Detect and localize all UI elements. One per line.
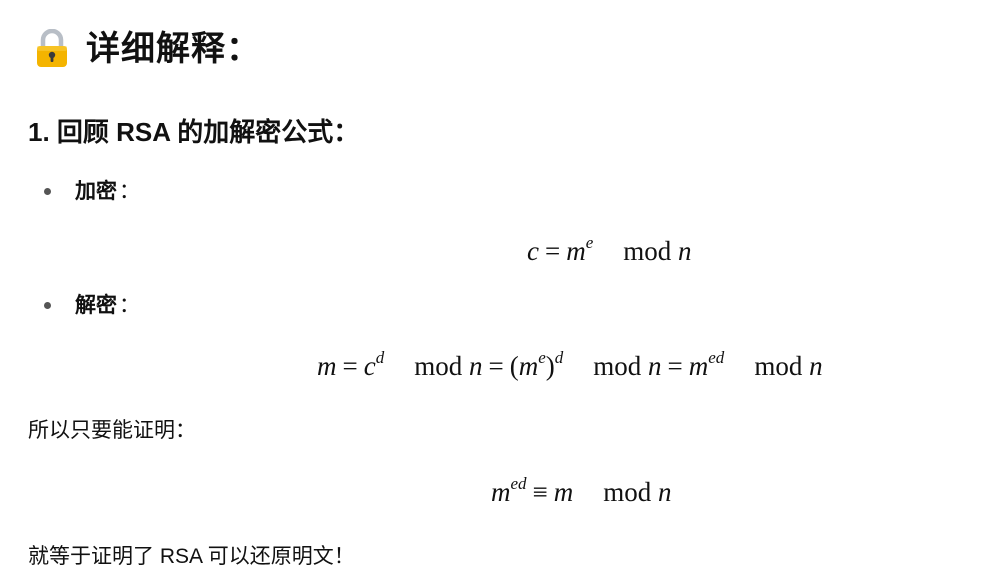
math-rparen: ): [545, 351, 555, 381]
math-var-m: m: [553, 477, 574, 507]
bullet-dot: [44, 301, 51, 309]
list-item-encrypt: 加密 ：: [44, 175, 140, 205]
formula-congruence: med ≡ m mod n: [491, 474, 672, 510]
lock-icon: [37, 29, 67, 67]
math-eq: =: [667, 351, 683, 381]
math-mod: mod: [414, 351, 463, 381]
section-heading: 1. 回顾 RSA 的加解密公式：: [28, 117, 360, 147]
math-var-n: n: [809, 351, 823, 381]
bullet-label: 加密: [75, 180, 117, 203]
math-var-m: m: [518, 351, 539, 381]
formula-decrypt: m = cd mod n = (me)d mod n = med mod n: [317, 348, 823, 384]
math-exp-d: d: [554, 348, 564, 367]
math-var-c: c: [527, 236, 539, 266]
page-title: 详细解释：: [86, 30, 261, 68]
paragraph-so-prove: 所以只要能证明：: [28, 419, 196, 442]
math-exp-e: e: [538, 348, 546, 367]
math-var-m: m: [688, 351, 709, 381]
math-mod: mod: [623, 236, 672, 266]
math-var-n: n: [648, 351, 662, 381]
math-var-n: n: [658, 477, 672, 507]
math-lparen: (: [509, 351, 519, 381]
math-eq: =: [488, 351, 504, 381]
math-var-c: c: [363, 351, 376, 381]
math-var-n: n: [678, 236, 692, 266]
page-heading: 详细解释：: [34, 26, 261, 72]
math-var-n: n: [468, 351, 483, 381]
bullet-colon: ：: [119, 180, 140, 203]
math-eq: =: [544, 236, 561, 266]
math-exp-e: e: [585, 233, 594, 252]
math-mod: mod: [593, 351, 642, 381]
math-var-m: m: [491, 477, 511, 507]
math-var-m: m: [566, 236, 586, 266]
bullet-dot: [44, 187, 51, 195]
paragraph-conclusion: 就等于证明了 RSA 可以还原明文！: [28, 545, 355, 568]
math-mod: mod: [754, 351, 803, 381]
list-item-decrypt: 解密 ：: [44, 289, 140, 319]
math-equiv: ≡: [532, 477, 548, 507]
math-mod: mod: [603, 477, 652, 507]
bullet-colon: ：: [119, 294, 140, 317]
math-var-m: m: [317, 351, 337, 381]
math-eq: =: [342, 351, 358, 381]
math-exp-ed: ed: [708, 348, 725, 367]
math-exp-ed: ed: [510, 474, 527, 493]
bullet-label: 解密: [75, 294, 117, 317]
formula-encrypt: c = me mod n: [527, 233, 692, 269]
math-exp-d: d: [375, 348, 385, 367]
